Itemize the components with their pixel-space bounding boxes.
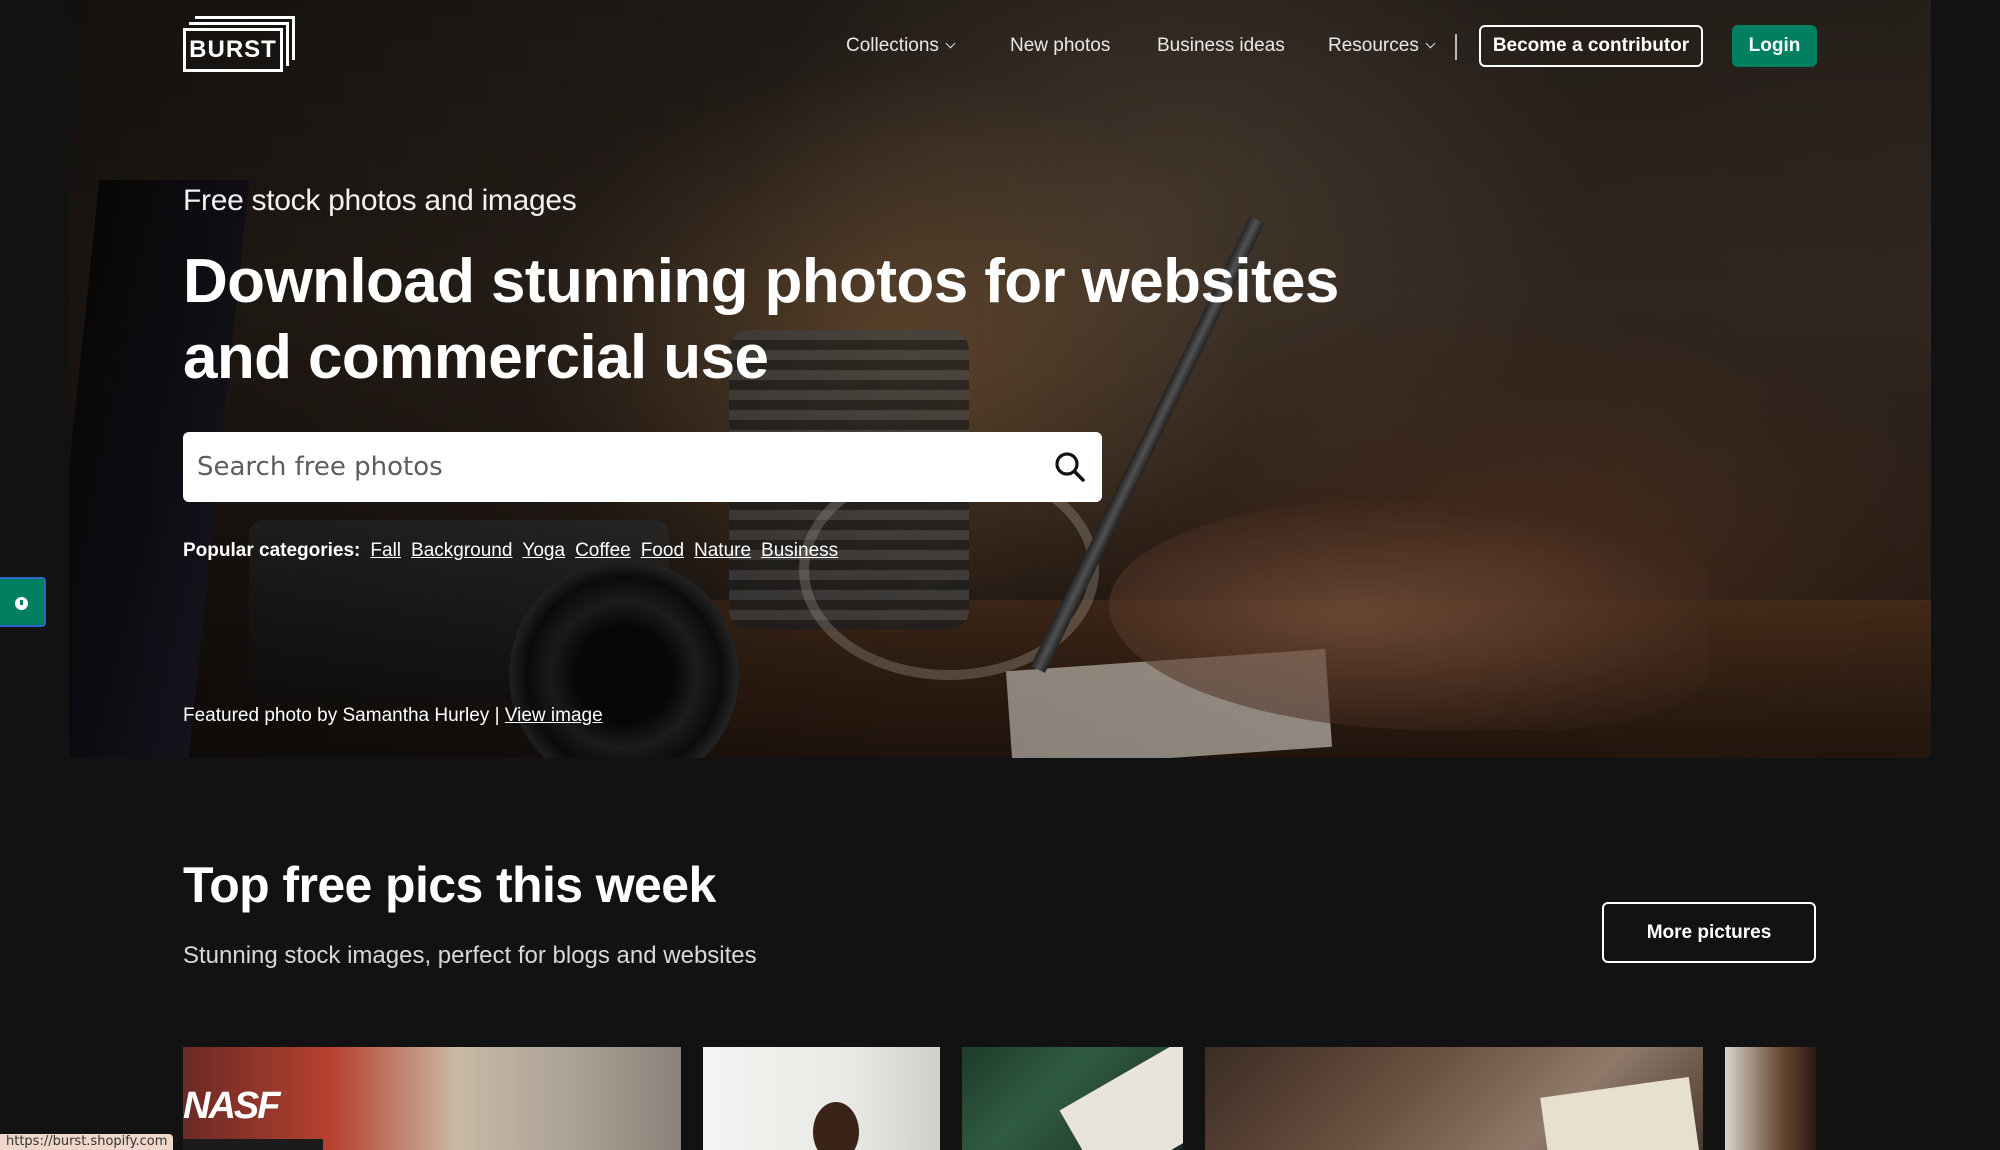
- featured-photo-credit: Featured photo by Samantha Hurley | View…: [183, 705, 603, 727]
- nav-item-label: Collections: [846, 35, 939, 56]
- thumbnail-sign-text: NASF: [183, 1085, 280, 1127]
- hero-headline: Download stunning photos for websites an…: [183, 247, 1339, 392]
- more-pictures-button[interactable]: More pictures: [1602, 902, 1816, 963]
- info-icon: [15, 597, 28, 610]
- login-button[interactable]: Login: [1732, 25, 1817, 67]
- featured-credit-text: Featured photo by Samantha Hurley |: [183, 705, 500, 726]
- photo-grid: NASF: [0, 1047, 2000, 1150]
- photo-thumbnail[interactable]: [703, 1047, 940, 1150]
- nav-divider: [1455, 34, 1457, 60]
- category-link-food[interactable]: Food: [641, 540, 684, 562]
- photo-thumbnail[interactable]: [1725, 1047, 1816, 1150]
- popular-categories: Popular categories: Fall Background Yoga…: [183, 540, 848, 562]
- popular-categories-label: Popular categories:: [183, 540, 361, 561]
- nav-item-resources[interactable]: Resources: [1328, 26, 1436, 66]
- photo-thumbnail[interactable]: NASF: [183, 1047, 681, 1150]
- search-input[interactable]: [197, 432, 1027, 502]
- category-link-coffee[interactable]: Coffee: [575, 540, 631, 562]
- category-link-fall[interactable]: Fall: [370, 540, 401, 562]
- nav-item-collections[interactable]: Collections: [846, 26, 956, 66]
- category-link-background[interactable]: Background: [411, 540, 512, 562]
- category-link-nature[interactable]: Nature: [694, 540, 751, 562]
- nav-item-new-photos[interactable]: New photos: [1010, 26, 1110, 66]
- nav-item-label: Business ideas: [1157, 35, 1285, 56]
- hero-eyebrow: Free stock photos and images: [183, 184, 577, 217]
- nav-item-label: Resources: [1328, 35, 1419, 56]
- search-bar: [183, 432, 1102, 502]
- thumbnail-book-shape: [1540, 1076, 1700, 1150]
- category-link-business[interactable]: Business: [761, 540, 838, 562]
- search-icon[interactable]: [1054, 451, 1086, 483]
- category-link-yoga[interactable]: Yoga: [522, 540, 565, 562]
- photo-thumbnail[interactable]: [1205, 1047, 1703, 1150]
- become-contributor-button[interactable]: Become a contributor: [1479, 25, 1703, 67]
- thumbnail-person-shape: [813, 1102, 859, 1150]
- view-image-link[interactable]: View image: [505, 705, 603, 726]
- logo-text: BURST: [189, 36, 277, 63]
- status-bar-url: https://burst.shopify.com: [0, 1134, 174, 1150]
- section-title: Top free pics this week: [183, 857, 716, 913]
- nav-item-business-ideas[interactable]: Business ideas: [1157, 26, 1285, 66]
- photo-thumbnail[interactable]: [962, 1047, 1183, 1150]
- chevron-down-icon: [1425, 38, 1436, 49]
- thumbnail-awning-shape: [183, 1139, 323, 1150]
- thumbnail-magazine-shape: [1059, 1047, 1183, 1150]
- chevron-down-icon: [945, 38, 956, 49]
- feedback-tab[interactable]: [0, 577, 46, 627]
- burst-logo[interactable]: BURST: [183, 16, 295, 72]
- section-subtitle: Stunning stock images, perfect for blogs…: [183, 942, 757, 969]
- nav-item-label: New photos: [1010, 35, 1111, 56]
